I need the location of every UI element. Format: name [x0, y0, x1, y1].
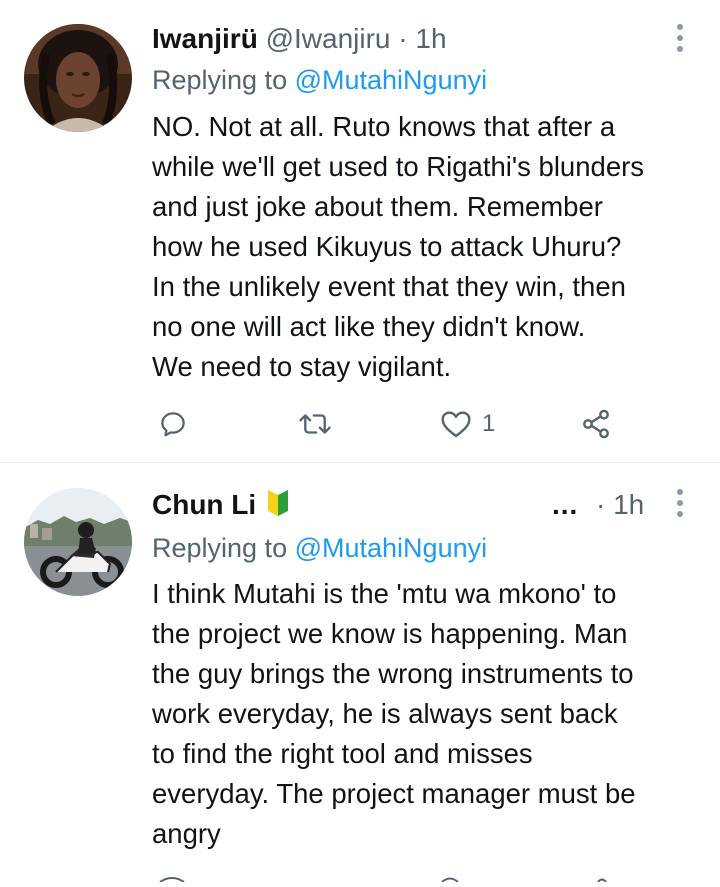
tweet-text-line: NO. Not at all. Ruto knows that after a: [152, 111, 616, 142]
replying-to: Replying to @MutahiNgunyi: [152, 530, 487, 566]
timestamp[interactable]: 1h: [613, 489, 644, 520]
tweet-text-line: I think Mutahi is the 'mtu wa mkono' to: [152, 578, 617, 609]
tweet-header: Iwanjirü @Iwanjiru · 1h: [152, 21, 447, 57]
tweet-text-line: to find the right tool and misses: [152, 738, 533, 769]
tweet-text-line: no one will act like they didn't know.: [152, 311, 586, 342]
tweet-text-line: angry: [152, 818, 221, 849]
like-icon: [441, 411, 471, 438]
retweet-button[interactable]: [298, 404, 332, 444]
inline-ellipsis: ...: [552, 489, 579, 520]
avatar-photo: [24, 24, 132, 132]
more-options-button[interactable]: [670, 22, 690, 54]
tweet-text-line: In the unlikely event that they win, the…: [152, 271, 626, 302]
tweet-text-line: while we'll get used to Rigathi's blunde…: [152, 151, 645, 182]
tweet-text-line: We need to stay vigilant.: [152, 351, 452, 382]
more-icon: [677, 489, 683, 517]
tweet-text-line: the guy brings the wrong instruments to: [152, 658, 634, 689]
more-icon: [677, 24, 683, 52]
like-count: 1: [482, 410, 496, 437]
action-icons-cropped: [159, 877, 607, 883]
beginner-symbol-icon: [266, 488, 290, 527]
share-button[interactable]: [580, 404, 612, 444]
avatar[interactable]: [24, 488, 132, 596]
more-options-button[interactable]: [670, 487, 690, 519]
replying-prefix: Replying to: [152, 65, 288, 95]
tweet-time-group: · 1h: [596, 487, 644, 523]
tweet-text-line: how he used Kikuyus to attack Uhuru?: [152, 231, 622, 262]
display-name[interactable]: Iwanjirü: [152, 23, 258, 54]
tweet-text-line: everyday. The project manager must be: [152, 778, 636, 809]
reply-button[interactable]: [158, 404, 188, 444]
tweet-text: I think Mutahi is the 'mtu wa mkono' to …: [152, 574, 708, 854]
replying-to: Replying to @MutahiNgunyi: [152, 62, 487, 98]
avatar[interactable]: [24, 24, 132, 132]
tweet-text-line: work everyday, he is always sent back: [152, 698, 618, 729]
replying-to-mention[interactable]: @MutahiNgunyi: [295, 65, 488, 95]
reply-icon: [161, 412, 185, 437]
display-name[interactable]: Chun Li: [152, 489, 256, 520]
replying-prefix: Replying to: [152, 533, 288, 563]
separator-dot: ·: [596, 489, 606, 520]
tweet-header: Chun Li ... · 1h: [152, 487, 652, 523]
tweet-text-line: the project we know is happening. Man: [152, 618, 628, 649]
avatar-photo: [24, 488, 132, 596]
share-icon: [583, 409, 609, 439]
tweet-card[interactable]: Chun Li ... · 1h Replying to @MutahiNgun…: [0, 463, 720, 883]
timestamp[interactable]: 1h: [415, 23, 446, 54]
tweet-text-line: and just joke about them. Remember: [152, 191, 603, 222]
tweet-card[interactable]: Iwanjirü @Iwanjiru · 1h Replying to @Mut…: [0, 0, 720, 462]
action-bar: 1: [152, 404, 632, 444]
like-button[interactable]: 1: [440, 404, 495, 444]
retweet-icon: [299, 414, 331, 434]
replying-to-mention[interactable]: @MutahiNgunyi: [295, 533, 488, 563]
user-handle[interactable]: @Iwanjiru: [266, 23, 391, 54]
separator-dot: ·: [398, 23, 408, 54]
tweet-text: NO. Not at all. Ruto knows that after a …: [152, 107, 708, 387]
